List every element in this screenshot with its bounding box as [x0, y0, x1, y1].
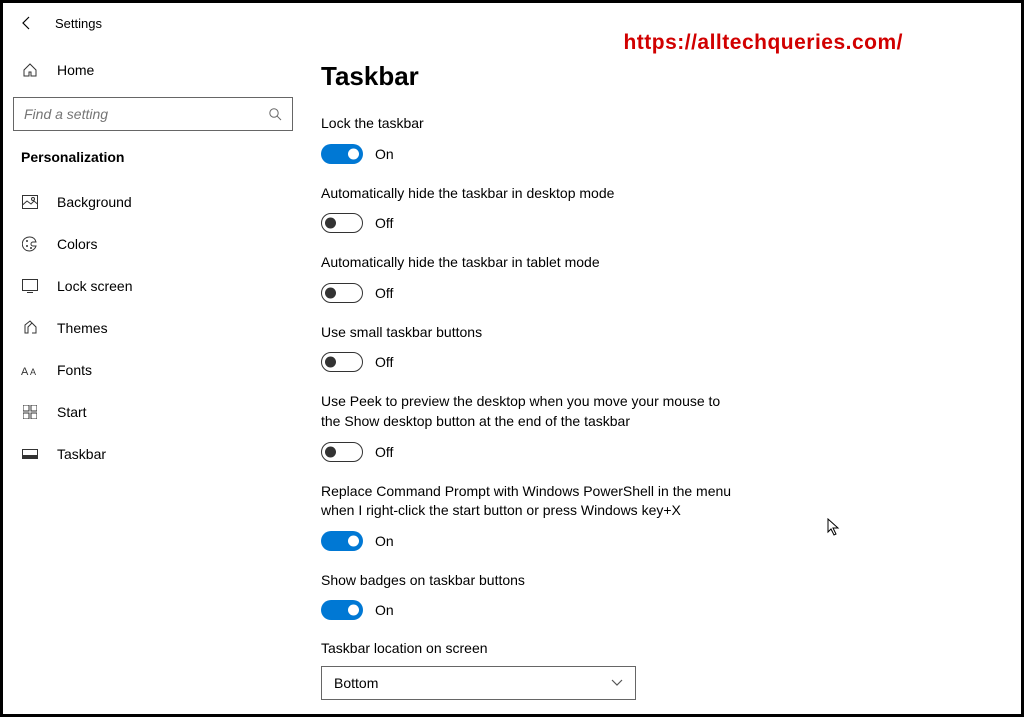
- toggle-badges[interactable]: [321, 600, 363, 620]
- toggle-value: On: [375, 602, 394, 618]
- search-input-wrapper[interactable]: [13, 97, 293, 131]
- toggle-autohide-desktop[interactable]: [321, 213, 363, 233]
- back-button[interactable]: [17, 13, 37, 33]
- select-taskbar-location[interactable]: Bottom: [321, 666, 636, 700]
- toggle-value: Off: [375, 354, 393, 370]
- select-label: Taskbar location on screen: [321, 640, 1001, 656]
- page-title: Taskbar: [321, 61, 1001, 92]
- sidebar-item-themes[interactable]: Themes: [13, 307, 293, 349]
- sidebar-item-label: Themes: [57, 320, 108, 336]
- window-title: Settings: [55, 16, 102, 31]
- setting-label: Automatically hide the taskbar in deskto…: [321, 184, 741, 204]
- setting-label: Show badges on taskbar buttons: [321, 571, 741, 591]
- toggle-value: On: [375, 533, 394, 549]
- setting-label: Replace Command Prompt with Windows Powe…: [321, 482, 741, 521]
- sidebar-section-title: Personalization: [13, 149, 293, 181]
- sidebar-item-fonts[interactable]: AA Fonts: [13, 349, 293, 391]
- toggle-value: Off: [375, 444, 393, 460]
- toggle-value: Off: [375, 285, 393, 301]
- setting-label: Use small taskbar buttons: [321, 323, 741, 343]
- select-value: Bottom: [334, 675, 378, 691]
- toggle-powershell[interactable]: [321, 531, 363, 551]
- themes-icon: [21, 319, 39, 337]
- sidebar-item-colors[interactable]: Colors: [13, 223, 293, 265]
- sidebar-item-start[interactable]: Start: [13, 391, 293, 433]
- sidebar-item-lockscreen[interactable]: Lock screen: [13, 265, 293, 307]
- image-icon: [21, 193, 39, 211]
- content-area: Taskbar Lock the taskbar On Automaticall…: [321, 51, 1021, 714]
- toggle-small-buttons[interactable]: [321, 352, 363, 372]
- setting-label: Use Peek to preview the desktop when you…: [321, 392, 741, 431]
- sidebar: Home Personalization Background Colors L…: [3, 51, 303, 475]
- toggle-value: On: [375, 146, 394, 162]
- sidebar-item-label: Start: [57, 404, 87, 420]
- lockscreen-icon: [21, 277, 39, 295]
- sidebar-item-label: Colors: [57, 236, 97, 252]
- sidebar-item-label: Fonts: [57, 362, 92, 378]
- sidebar-item-label: Taskbar: [57, 446, 106, 462]
- taskbar-icon: [21, 445, 39, 463]
- toggle-autohide-tablet[interactable]: [321, 283, 363, 303]
- palette-icon: [21, 235, 39, 253]
- sidebar-item-taskbar[interactable]: Taskbar: [13, 433, 293, 475]
- search-icon: [268, 107, 282, 121]
- toggle-lock-taskbar[interactable]: [321, 144, 363, 164]
- start-icon: [21, 403, 39, 421]
- setting-label: Automatically hide the taskbar in tablet…: [321, 253, 741, 273]
- cursor-icon: [827, 518, 841, 536]
- chevron-down-icon: [611, 679, 623, 687]
- sidebar-item-label: Lock screen: [57, 278, 132, 294]
- sidebar-item-background[interactable]: Background: [13, 181, 293, 223]
- home-nav[interactable]: Home: [13, 51, 293, 89]
- toggle-value: Off: [375, 215, 393, 231]
- svg-text:A: A: [30, 367, 36, 377]
- setting-label: Lock the taskbar: [321, 114, 741, 134]
- fonts-icon: AA: [21, 361, 39, 379]
- svg-text:A: A: [21, 366, 29, 377]
- sidebar-item-label: Background: [57, 194, 132, 210]
- home-label: Home: [57, 62, 94, 78]
- home-icon: [21, 61, 39, 79]
- toggle-peek-preview[interactable]: [321, 442, 363, 462]
- search-input[interactable]: [24, 106, 254, 122]
